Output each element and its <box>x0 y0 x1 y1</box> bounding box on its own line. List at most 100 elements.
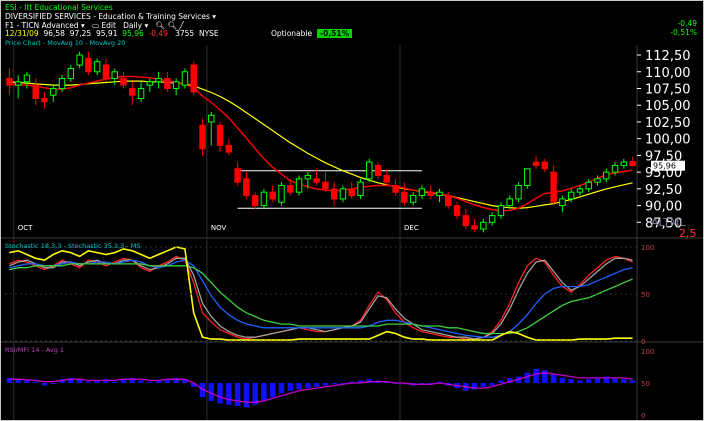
candle-body <box>260 191 268 207</box>
rsi-bar <box>322 383 329 386</box>
candle-body <box>199 124 206 150</box>
rsi-bar <box>261 383 267 401</box>
candle <box>146 78 154 92</box>
candle-body <box>129 87 136 96</box>
candle <box>120 71 127 89</box>
candle <box>515 182 522 203</box>
candle <box>497 202 505 219</box>
candle <box>295 175 303 196</box>
candle-body <box>234 168 241 183</box>
candle-body <box>58 77 66 89</box>
candle-body <box>524 168 531 187</box>
candle-body <box>409 195 417 203</box>
rsi-bar <box>50 383 56 384</box>
candle-body <box>401 191 408 203</box>
candle-body <box>506 198 513 207</box>
rsi-bar <box>33 381 39 383</box>
candle <box>374 162 382 179</box>
candle-body <box>567 191 575 200</box>
candle <box>313 168 320 186</box>
candle-body <box>251 195 259 207</box>
rsi-bar <box>234 383 241 407</box>
candle <box>339 185 347 203</box>
candle-body <box>532 161 540 166</box>
chart-window: 100 50 0 100 50 0 OCT NOV DEC 112,50 110,00 107,5… <box>0 0 704 421</box>
rsi-bar <box>568 379 574 383</box>
candle-body <box>181 71 189 86</box>
candle <box>418 185 426 199</box>
candle <box>164 71 171 92</box>
candle-body <box>243 178 250 197</box>
rsi-avg-line <box>9 372 633 403</box>
candle <box>453 202 461 219</box>
candle <box>629 157 636 167</box>
last-price-label: 95,96 <box>653 162 676 171</box>
candle <box>76 51 83 69</box>
candle-body <box>216 124 224 146</box>
candle-body <box>269 191 276 200</box>
y-tick-label: 100,00 <box>645 133 691 148</box>
candle <box>251 192 259 209</box>
candle <box>576 185 584 196</box>
candle-body <box>497 205 505 217</box>
candle-body <box>76 54 83 66</box>
price-legend: Price Chart - MovAvg 10 - MovAvg 20 <box>5 39 126 47</box>
candle <box>199 118 206 156</box>
rsi-bar <box>287 383 293 391</box>
candle-body <box>357 181 364 197</box>
candle-body <box>208 114 215 123</box>
rsi-bar <box>226 383 232 405</box>
candle-body <box>164 77 171 89</box>
y-tick-label: 110,00 <box>645 66 691 81</box>
candle <box>50 85 57 102</box>
rsi-bar <box>41 383 48 386</box>
rsi-bar <box>559 377 566 383</box>
candle-body <box>585 181 592 190</box>
candle <box>480 218 487 233</box>
candle-body <box>541 161 549 170</box>
stochastic-legend: Stochastic 18,3,3 - Stochastic 35,3,3 - … <box>5 242 141 250</box>
rsi-bar <box>103 379 109 383</box>
x-tick-label: DEC <box>404 224 419 232</box>
rsi-bar <box>138 380 144 383</box>
candle <box>392 178 399 196</box>
candle-body <box>488 215 496 223</box>
candle <box>427 185 434 199</box>
candle <box>436 188 443 203</box>
candle-body <box>6 77 13 86</box>
candle-body <box>120 77 127 86</box>
candle <box>322 172 329 193</box>
rsi-tick-label: 0 <box>641 412 645 420</box>
candle-body <box>190 64 197 93</box>
candle-body <box>172 81 180 89</box>
candle <box>6 68 13 96</box>
candle-body <box>93 61 101 73</box>
candle <box>85 51 92 76</box>
candle-body <box>559 198 566 207</box>
rsi-bar <box>489 383 495 386</box>
candle-body <box>374 164 382 176</box>
rsi-bar <box>278 383 285 394</box>
rsi-tick-label: 100 <box>641 348 654 356</box>
candle <box>234 162 241 186</box>
candle-body <box>550 171 557 203</box>
candle-body <box>366 161 373 180</box>
candle <box>41 91 48 109</box>
candle <box>172 78 180 96</box>
candle <box>225 138 233 156</box>
dropdown-icon[interactable]: ▾ <box>212 12 216 21</box>
rsi-bar <box>331 383 337 385</box>
rsi-bar <box>542 370 548 383</box>
candle-body <box>480 221 487 230</box>
candle <box>330 182 338 206</box>
candle-body <box>32 84 39 100</box>
candle <box>23 71 31 89</box>
candle <box>524 168 531 189</box>
candle-body <box>445 195 452 207</box>
candle-body <box>418 188 426 197</box>
candle <box>32 78 39 106</box>
rsi-bar <box>270 383 276 398</box>
y-tick-label: 112,50 <box>645 49 691 64</box>
candle <box>357 178 364 199</box>
candle <box>93 58 101 76</box>
